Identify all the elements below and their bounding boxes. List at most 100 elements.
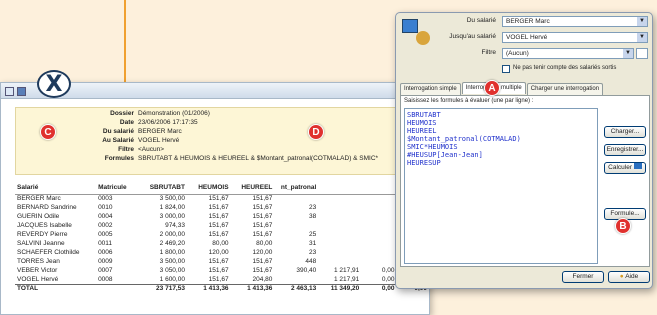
marker-a: A	[484, 80, 500, 96]
report-window: X Dossier Démonstration (01/2006) Date 23/…	[0, 70, 430, 315]
table-row: TORRES Jean 0009 3 500,00 151,67 151,67 448	[15, 257, 429, 266]
dossier-label: Dossier	[110, 110, 134, 117]
table-cell: 1 413,36	[230, 283, 275, 293]
table-cell: 0004	[98, 213, 113, 220]
table-cell: 3 000,00	[159, 213, 185, 220]
table-cell: 1 217,91	[333, 267, 360, 274]
formula-line: $Montant_patronal(COTMALAD)	[407, 135, 521, 143]
table-cell	[318, 212, 361, 221]
table-cell: 3 500,00	[159, 195, 185, 203]
du-salarie-value: BERGER Marc	[138, 128, 182, 135]
aide-button[interactable]: ● Aide	[608, 271, 650, 283]
exclude-checkbox[interactable]	[502, 65, 510, 73]
table-cell: 151,67	[208, 222, 229, 229]
table-cell	[318, 230, 361, 239]
formula-line: HEUREEL	[407, 127, 437, 135]
table-cell	[274, 221, 318, 230]
table-cell: 120,00	[252, 249, 273, 256]
calculator-icon	[633, 163, 642, 169]
table-cell: BERNARD Sandrine	[17, 204, 77, 211]
table-cell: 151,67	[252, 258, 273, 265]
table-cell: 0003	[98, 195, 113, 203]
table-cell	[361, 203, 396, 212]
formula-textarea[interactable]: SBRUTABT HEUMOIS HEUREEL $Montant_patronal(…	[404, 108, 598, 264]
table-cell: 23	[309, 204, 317, 211]
table-cell: 38	[309, 213, 317, 220]
table-cell: 151,67	[208, 267, 229, 274]
chevron-down-icon[interactable]: ▼	[637, 17, 647, 26]
table-row: VEBER Victor 0007 3 050,00 151,67 151,67 390,…	[15, 266, 429, 275]
chevron-down-icon[interactable]: ▼	[623, 49, 633, 58]
table-cell: SCHAEFER Clothilde	[17, 249, 80, 256]
calculer-label: Calculer	[608, 164, 633, 171]
table-cell: 0002	[98, 222, 113, 229]
chevron-down-icon[interactable]: ▼	[637, 33, 647, 42]
table-cell	[361, 257, 396, 266]
table-cell: 390,40	[296, 267, 317, 274]
chart-icon	[402, 19, 418, 33]
table-cell	[318, 248, 361, 257]
tab-simple[interactable]: Interrogation simple	[400, 83, 461, 95]
table-cell: JACQUES Isabelle	[17, 222, 72, 229]
table-cell: 974,33	[165, 222, 185, 229]
table-row: BERGER Marc 0003 3 500,00 151,67 151,67	[15, 194, 429, 203]
table-cell: 3 500,00	[159, 258, 185, 265]
table-cell: 11 349,20	[318, 283, 362, 293]
table-cell: 1 600,00	[159, 275, 185, 283]
column-header	[318, 182, 362, 195]
table-cell: VEBER Victor	[17, 267, 58, 274]
jusqu-salarie-select[interactable]: VOGEL Hervé ▼	[502, 32, 648, 43]
filtre-label: Filtre	[481, 49, 496, 56]
formula-line: SBRUTABT	[407, 111, 441, 119]
formules-label: Formules	[104, 155, 134, 162]
table-cell: TOTAL	[15, 283, 97, 293]
table-cell: 1 800,00	[159, 249, 185, 256]
enregistrer-button[interactable]: Enregistrer...	[604, 144, 646, 156]
table-cell: 1 824,00	[159, 204, 185, 211]
table-row: SALVINI Jeanne 0011 2 469,20 80,00 80,00 31	[15, 239, 429, 248]
table-cell	[361, 230, 396, 239]
table-cell: 0,00	[381, 275, 395, 283]
table-cell: 448	[305, 258, 317, 265]
table-cell: SALVINI Jeanne	[17, 240, 65, 247]
table-cell: 151,67	[252, 213, 273, 220]
excel-icon[interactable]: X	[37, 70, 71, 98]
save-icon[interactable]	[17, 87, 26, 96]
calculer-button[interactable]: Calculer	[604, 162, 646, 174]
table-cell: 151,67	[208, 213, 229, 220]
print-icon[interactable]	[5, 87, 14, 96]
table-row: REVERDY Pierre 0005 2 000,00 151,67 151,67 25	[15, 230, 429, 239]
aide-label: Aide	[625, 273, 639, 280]
table-cell: 0010	[98, 204, 113, 211]
column-header: SBRUTABT	[135, 182, 187, 195]
table-cell: 151,67	[252, 222, 273, 229]
column-header: Salarié	[15, 182, 97, 195]
dossier-value: Démonstration (01/2006)	[138, 110, 210, 117]
filtre-value: <Aucun>	[138, 146, 165, 153]
table-cell	[318, 221, 361, 230]
filter-options-button[interactable]	[636, 48, 648, 59]
column-header	[361, 182, 397, 195]
table-cell: 1 413,36	[186, 283, 231, 293]
du-salarie-select[interactable]: BERGER Marc ▼	[502, 16, 648, 27]
charger-button[interactable]: Charger...	[604, 126, 646, 138]
formula-line: HEURESUP	[407, 159, 441, 167]
total-row: TOTAL 23 717,53 1 413,36 1 413,36 2 463,13 11…	[15, 283, 429, 293]
table-cell: 0008	[98, 275, 113, 283]
marker-c: C	[40, 124, 56, 140]
column-header: nt_patronal	[274, 182, 319, 195]
report-header: Dossier Démonstration (01/2006) Date 23/06…	[15, 107, 427, 175]
date-value: 23/06/2006 17:17:35	[138, 119, 198, 126]
filtre-select[interactable]: (Aucun) ▼	[502, 48, 634, 59]
table-cell: 31	[309, 240, 317, 247]
table-cell: 2 463,13	[274, 283, 319, 293]
tab-charger[interactable]: Charger une interrogation	[526, 83, 604, 95]
du-salarie-value: BERGER Marc	[506, 18, 550, 25]
du-salarie-label: Du salarié	[466, 17, 496, 24]
exclude-checkbox-label: Ne pas tenir compte des salariés sortis	[513, 65, 617, 71]
fermer-button[interactable]: Fermer	[562, 271, 604, 283]
table-cell: 0,00	[381, 267, 395, 274]
au-salarie-label: Au Salarié	[102, 137, 134, 144]
table-cell: 2 469,20	[159, 240, 185, 247]
formula-line: #HEUSUP[Jean-Jean]	[407, 151, 483, 159]
